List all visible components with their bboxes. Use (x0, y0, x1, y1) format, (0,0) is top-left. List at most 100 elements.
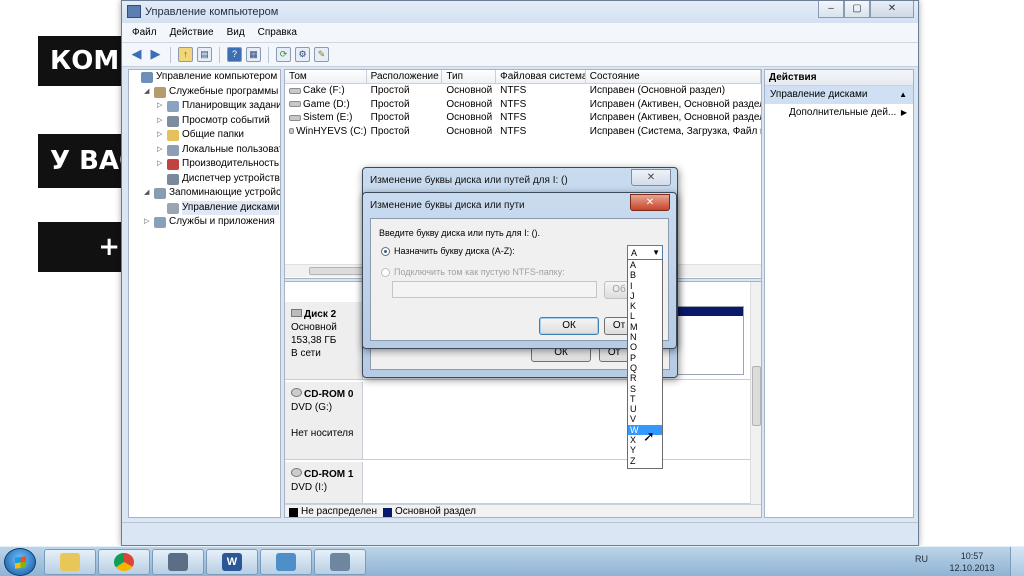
close-button[interactable]: ✕ (631, 169, 671, 186)
menu-view[interactable]: Вид (221, 23, 252, 42)
chevron-down-icon: ▼ (652, 248, 660, 257)
drive-letter-option[interactable]: Y (628, 445, 662, 455)
computer-management-icon (127, 5, 141, 18)
expand-arrow-icon[interactable]: ▷ (157, 114, 165, 128)
disk-legend: Не распределен Основной раздел (285, 504, 761, 517)
start-button[interactable] (4, 548, 36, 576)
drive-letter-option[interactable]: M (628, 322, 662, 332)
tree-item[interactable]: ◢ Служебные программы (129, 85, 280, 100)
expand-arrow-icon[interactable]: ◢ (144, 186, 152, 200)
mount-folder-radio[interactable] (381, 268, 390, 277)
mount-folder-label[interactable]: Подключить том как пустую NTFS-папку: (394, 267, 565, 277)
collapse-icon[interactable]: ▲ (899, 86, 907, 104)
column-volume[interactable]: Том (285, 70, 367, 83)
tree-item[interactable]: ▷ Локальные пользовате (129, 143, 280, 158)
cdrom-1-row[interactable]: CD-ROM 1 DVD (I:) (285, 462, 750, 504)
drive-letter-option[interactable]: N (628, 332, 662, 342)
minimize-button[interactable]: – (818, 1, 844, 18)
column-status[interactable]: Состояние (586, 70, 761, 83)
legend-primary: Основной раздел (395, 506, 476, 517)
clock[interactable]: 10:57 12.10.2013 (944, 550, 1000, 574)
scrollbar-thumb[interactable] (309, 267, 369, 275)
tree-item[interactable]: Управление дисками (129, 200, 280, 216)
expand-arrow-icon[interactable]: ▷ (157, 157, 165, 171)
drive-letter-option[interactable]: V (628, 414, 662, 424)
menu-help[interactable]: Справка (252, 23, 304, 42)
window-titlebar[interactable]: Управление компьютером – ▢ ✕ (122, 1, 918, 23)
drive-letter-option[interactable]: S (628, 384, 662, 394)
tree-item[interactable]: ◢ Запоминающие устройст (129, 186, 280, 201)
drive-letter-option[interactable]: A (628, 260, 662, 270)
vertical-scrollbar[interactable] (750, 282, 761, 507)
tree-item[interactable]: Диспетчер устройств (129, 172, 280, 187)
menu-file[interactable]: Файл (126, 23, 164, 42)
close-button[interactable]: ✕ (630, 194, 670, 211)
taskbar-explorer[interactable] (44, 549, 96, 575)
table-row[interactable]: Game (D:) Простой Основной NTFS Исправен (Ак… (285, 98, 761, 112)
expand-arrow-icon[interactable]: ▷ (157, 143, 165, 157)
drive-letter-option[interactable]: J (628, 291, 662, 301)
drive-letter-option[interactable]: U (628, 404, 662, 414)
drive-letter-option[interactable]: P (628, 353, 662, 363)
assign-letter-radio[interactable] (381, 247, 390, 256)
status-bar (122, 522, 918, 545)
expand-arrow-icon[interactable]: ◢ (144, 85, 152, 99)
drive-letter-option[interactable]: I (628, 281, 662, 291)
assign-letter-label[interactable]: Назначить букву диска (A-Z): (394, 246, 515, 256)
actions-section-disk-management[interactable]: Управление дисками ▲ (765, 86, 913, 104)
export-icon[interactable]: ✎ (314, 47, 329, 62)
tree-item[interactable]: ▷ Общие папки (129, 128, 280, 143)
volume-icon (289, 101, 301, 108)
tree-item[interactable]: ▷ Планировщик заданий (129, 99, 280, 114)
table-row[interactable]: Sistem (E:) Простой Основной NTFS Исправен (… (285, 111, 761, 125)
taskbar-network[interactable] (314, 549, 366, 575)
volume-icon (289, 114, 301, 121)
volume-list-header: Том Расположение Тип Файловая система Со… (285, 70, 761, 84)
help-icon[interactable]: ? (227, 47, 242, 62)
maximize-button[interactable]: ▢ (844, 1, 870, 18)
language-indicator[interactable]: RU (915, 554, 928, 564)
taskbar-word[interactable]: W (206, 549, 258, 575)
back-icon[interactable]: ◀ (129, 47, 144, 62)
drive-letter-option[interactable]: Z (628, 456, 662, 466)
taskbar-chrome[interactable] (98, 549, 150, 575)
tree-item-label: Планировщик заданий (182, 100, 281, 111)
drive-letter-option[interactable]: B (628, 270, 662, 280)
column-type[interactable]: Тип (442, 70, 497, 83)
drive-letter-option[interactable]: K (628, 301, 662, 311)
drive-letter-option[interactable]: Q (628, 363, 662, 373)
column-layout[interactable]: Расположение (367, 70, 443, 83)
taskbar-control-panel[interactable] (260, 549, 312, 575)
refresh-icon[interactable]: ⟳ (276, 47, 291, 62)
tree-item[interactable]: Управление компьютером (л (129, 70, 280, 85)
up-level-icon[interactable]: ↑ (178, 47, 193, 62)
properties-icon[interactable]: ▦ (246, 47, 261, 62)
column-filesystem[interactable]: Файловая система (496, 70, 586, 83)
actions-header: Действия (765, 70, 913, 86)
tree-item[interactable]: ▷ Просмотр событий (129, 114, 280, 129)
expand-arrow-icon[interactable]: ▷ (144, 215, 152, 229)
menu-action[interactable]: Действие (164, 23, 221, 42)
tree-item[interactable]: ▷ Службы и приложения (129, 215, 280, 230)
folder-path-input[interactable] (392, 281, 597, 298)
ok-button[interactable]: ОК (539, 317, 599, 335)
show-hide-tree-icon[interactable]: ▤ (197, 47, 212, 62)
table-row[interactable]: Cake (F:) Простой Основной NTFS Исправен (Ос… (285, 84, 761, 98)
table-cell: Основной (446, 85, 493, 96)
rescan-icon[interactable]: ⚙ (295, 47, 310, 62)
taskbar-management[interactable] (152, 549, 204, 575)
show-desktop-button[interactable] (1010, 547, 1024, 576)
drive-letter-option[interactable]: O (628, 342, 662, 352)
expand-arrow-icon[interactable]: ▷ (157, 128, 165, 142)
table-row[interactable]: WinHYEVS (C:) Простой Основной NTFS Исправен… (285, 125, 761, 139)
drive-letter-option[interactable]: L (628, 311, 662, 321)
expand-arrow-icon[interactable]: ▷ (157, 99, 165, 113)
scrollbar-thumb[interactable] (752, 366, 761, 426)
tree-item[interactable]: ▷ Производительность (129, 157, 280, 172)
close-button[interactable]: ✕ (870, 1, 914, 18)
forward-icon[interactable]: ▶ (148, 47, 163, 62)
more-actions-item[interactable]: Дополнительные дей... ▶ (765, 104, 913, 122)
drive-letter-option[interactable]: R (628, 373, 662, 383)
drive-letter-option[interactable]: T (628, 394, 662, 404)
cdrom-0-row[interactable]: CD-ROM 0 DVD (G:) Нет носителя (285, 382, 750, 460)
